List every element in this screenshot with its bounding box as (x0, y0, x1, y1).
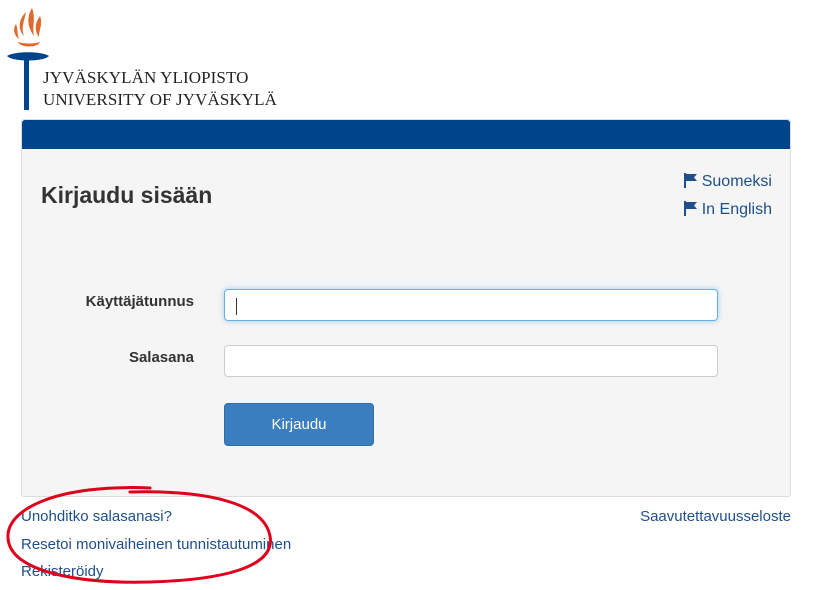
username-input[interactable] (224, 289, 718, 321)
page-title: Kirjaudu sisään (41, 182, 213, 208)
language-link-finnish[interactable]: Suomeksi (683, 172, 772, 200)
login-panel: Kirjaudu sisään Suomeksi In English Käyt… (21, 119, 791, 497)
password-label: Salasana (128, 349, 194, 366)
accessibility-statement-link[interactable]: Saavutettavuusseloste (640, 508, 791, 525)
flag-icon (683, 201, 697, 216)
language-switcher: Suomeksi In English (683, 172, 772, 228)
forgot-password-link[interactable]: Unohditko salasanasi? (21, 508, 172, 525)
language-label: In English (701, 201, 772, 218)
flag-icon (683, 173, 697, 188)
reset-mfa-link[interactable]: Resetoi monivaiheinen tunnistautuminen (21, 536, 291, 553)
language-link-english[interactable]: In English (683, 200, 772, 228)
password-input[interactable] (224, 345, 718, 377)
register-link[interactable]: Rekisteröidy (21, 563, 104, 580)
university-name: JYVÄSKYLÄN YLIOPISTO UNIVERSITY OF JYVÄS… (43, 67, 277, 111)
university-name-fi: JYVÄSKYLÄN YLIOPISTO (43, 68, 249, 87)
language-label: Suomeksi (701, 173, 772, 190)
panel-header-bar (22, 120, 790, 149)
university-name-en: UNIVERSITY OF JYVÄSKYLÄ (43, 90, 278, 109)
login-button[interactable]: Kirjaudu (224, 403, 374, 446)
text-caret (236, 298, 237, 315)
username-label: Käyttäjätunnus (85, 293, 194, 310)
